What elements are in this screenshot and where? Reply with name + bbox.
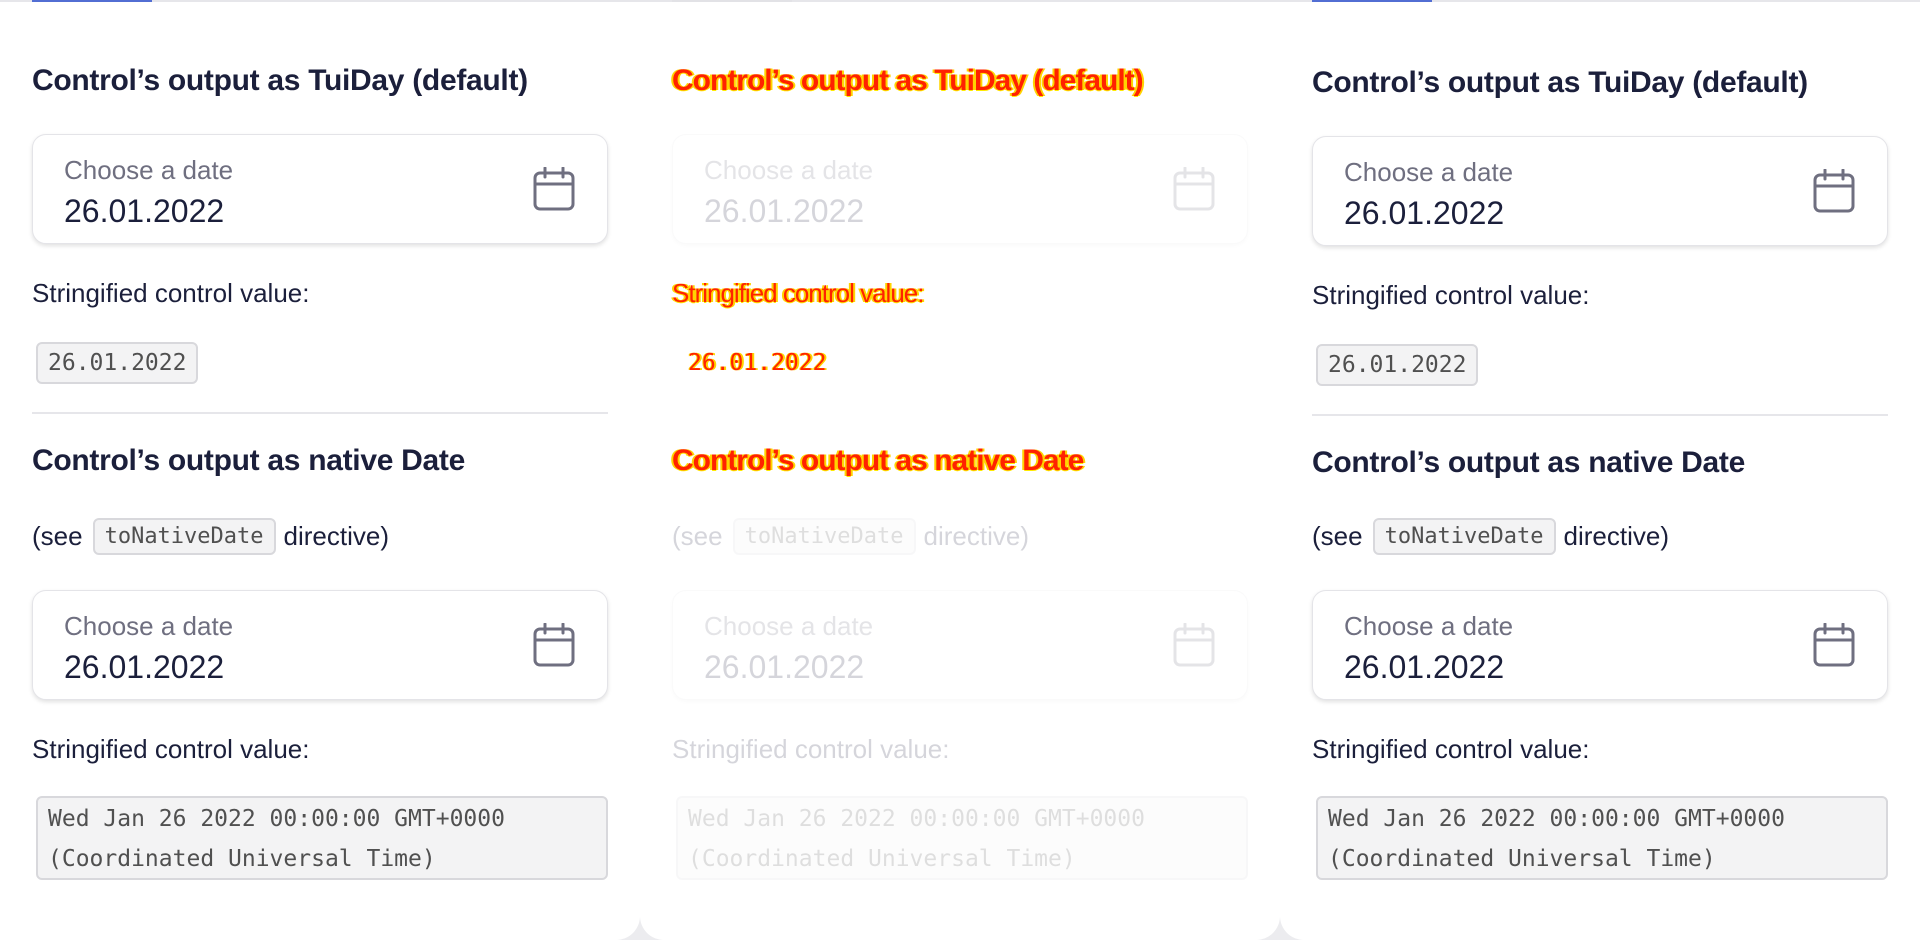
native-stringified-value: Wed Jan 26 2022 00:00:00 GMT+0000 (Coord… bbox=[1316, 796, 1888, 880]
calendar-icon[interactable] bbox=[1813, 623, 1855, 667]
native-date-input[interactable]: Choose a date 26.01.2022 bbox=[1312, 590, 1888, 700]
panel-left: Control’s output as TuiDay (default) Cho… bbox=[0, 0, 640, 940]
date-input-value: 26.01.2022 bbox=[64, 649, 225, 685]
calendar-icon[interactable] bbox=[1173, 167, 1215, 211]
date-input-value: 26.01.2022 bbox=[64, 193, 225, 229]
comparison-page: Control’s output as TuiDay (default) Cho… bbox=[0, 0, 1920, 940]
date-input-label: Choose a date bbox=[704, 611, 874, 641]
stringified-label: Stringified control value: bbox=[32, 278, 310, 308]
calendar-icon[interactable] bbox=[1813, 169, 1855, 213]
see-directive-note: (see toNativeDate directive) bbox=[1312, 518, 1669, 555]
see-suffix: directive) bbox=[923, 521, 1030, 551]
native-stringified-label: Stringified control value: bbox=[672, 734, 950, 764]
stringified-value: 26.01.2022 bbox=[688, 350, 827, 376]
tuiday-heading: Control’s output as TuiDay (default) bbox=[32, 64, 528, 97]
active-tab-indicator bbox=[32, 0, 152, 2]
active-tab-indicator bbox=[1312, 0, 1432, 2]
tuiday-heading: Control’s output as TuiDay (default) bbox=[1312, 66, 1808, 99]
directive-code: toNativeDate bbox=[732, 518, 916, 555]
date-input-value: 26.01.2022 bbox=[704, 649, 865, 685]
date-input-value: 26.01.2022 bbox=[704, 193, 865, 229]
date-input-value: 26.01.2022 bbox=[1344, 195, 1505, 231]
date-input-label: Choose a date bbox=[704, 155, 874, 185]
native-stringified-label: Stringified control value: bbox=[32, 734, 310, 764]
see-suffix: directive) bbox=[283, 521, 390, 551]
date-input-label: Choose a date bbox=[64, 155, 234, 185]
native-date-heading: Control’s output as native Date bbox=[32, 444, 465, 477]
section-divider bbox=[32, 412, 608, 414]
calendar-icon[interactable] bbox=[533, 623, 575, 667]
active-tab-indicator bbox=[672, 0, 792, 2]
date-input-label: Choose a date bbox=[1344, 611, 1514, 641]
date-input-label: Choose a date bbox=[1344, 157, 1514, 187]
stringified-value: 26.01.2022 bbox=[1316, 344, 1479, 386]
see-prefix: (see bbox=[1312, 521, 1363, 551]
date-input-value: 26.01.2022 bbox=[1344, 649, 1505, 685]
native-date-input[interactable]: Choose a date 26.01.2022 bbox=[32, 590, 608, 700]
directive-code: toNativeDate bbox=[92, 518, 276, 555]
native-date-input[interactable]: Choose a date 26.01.2022 bbox=[672, 590, 1248, 700]
panel-right: Control’s output as TuiDay (default) Cho… bbox=[1280, 0, 1920, 940]
see-directive-note: (see toNativeDate directive) bbox=[672, 518, 1029, 555]
native-date-heading: Control’s output as native Date bbox=[1312, 446, 1745, 479]
date-input-label: Choose a date bbox=[64, 611, 234, 641]
stringified-label: Stringified control value: bbox=[1312, 280, 1590, 310]
see-suffix: directive) bbox=[1563, 521, 1670, 551]
see-prefix: (see bbox=[672, 521, 723, 551]
tuiday-date-input[interactable]: Choose a date 26.01.2022 bbox=[672, 134, 1248, 244]
stringified-value: 26.01.2022 bbox=[36, 342, 199, 384]
see-prefix: (see bbox=[32, 521, 83, 551]
tuiday-date-input[interactable]: Choose a date 26.01.2022 bbox=[1312, 136, 1888, 246]
section-divider bbox=[1312, 414, 1888, 416]
panel-middle: Control’s output as TuiDay (default) Cho… bbox=[640, 0, 1280, 940]
calendar-icon[interactable] bbox=[1173, 623, 1215, 667]
native-stringified-value: Wed Jan 26 2022 00:00:00 GMT+0000 (Coord… bbox=[36, 796, 608, 880]
directive-code: toNativeDate bbox=[1372, 518, 1556, 555]
tuiday-date-input[interactable]: Choose a date 26.01.2022 bbox=[32, 134, 608, 244]
see-directive-note: (see toNativeDate directive) bbox=[32, 518, 389, 555]
native-stringified-value: Wed Jan 26 2022 00:00:00 GMT+0000 (Coord… bbox=[676, 796, 1248, 880]
stringified-label: Stringified control value: bbox=[672, 278, 924, 308]
calendar-icon[interactable] bbox=[533, 167, 575, 211]
native-stringified-label: Stringified control value: bbox=[1312, 734, 1590, 764]
tuiday-heading: Control’s output as TuiDay (default) bbox=[672, 64, 1144, 97]
native-date-heading: Control’s output as native Date bbox=[672, 444, 1084, 477]
